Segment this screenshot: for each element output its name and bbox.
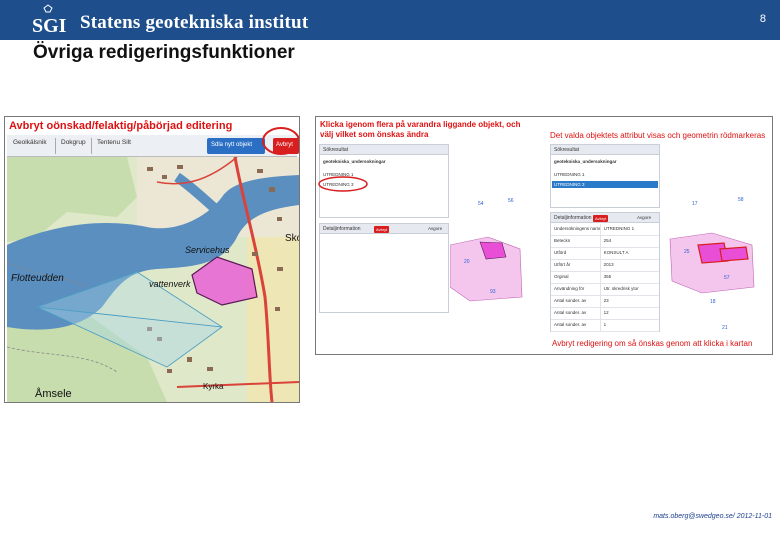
panel-b-header: Sökresultat	[551, 145, 659, 155]
right-screenshot: Klicka igenom flera på varandra liggande…	[315, 116, 773, 355]
left-caption: Avbryt oönskad/felaktig/påbörjad editeri…	[9, 120, 233, 132]
panel-b-item-1[interactable]: UTREDNING 1	[554, 172, 585, 177]
map-toolbar: Geolkälsnik Dokgrup Tentenu Silt Sdla ny…	[7, 135, 299, 157]
map-b-number-6: 21	[722, 325, 728, 331]
slide-title: Övriga redigeringsfunktioner	[33, 42, 295, 63]
map-b-number-3: 25	[684, 249, 690, 255]
map-a-number-1: 54	[478, 201, 484, 207]
right-caption-left: Klicka igenom flera på varandra liggande…	[320, 120, 521, 139]
attribute-table: Undersökningens namn UTREDNING 1 Beteckn 2…	[551, 224, 659, 332]
right-caption-bottom: Avbryt redigering om så önskas genom att…	[552, 339, 753, 348]
slide-number: 8	[759, 13, 766, 25]
attribute-row: Beteckn 254	[551, 236, 659, 248]
attribute-row: Utförd KONSULT A	[551, 248, 659, 260]
map-label-vattenverk: vattenverk	[149, 279, 191, 289]
left-map[interactable]: Flotteudden Servicehus vattenverk Sko Åm…	[7, 157, 299, 402]
toolbar-item-2[interactable]: Dokgrup	[61, 139, 86, 146]
map-b-number-4: 57	[724, 275, 730, 281]
panel-b-detail-extra[interactable]: Avgore	[637, 215, 651, 220]
footer-contact: mats.oberg@swedgeo.se/ 2012-11-01	[653, 513, 772, 520]
map-b-number-5: 18	[710, 299, 716, 305]
organization-name: Statens geotekniska institut	[80, 12, 309, 33]
cancel-highlight-circle	[262, 127, 299, 155]
attribute-row: Antal sonder. av 1	[551, 320, 659, 332]
attribute-row: Antal sonder. av 23	[551, 296, 659, 308]
map-b[interactable]: 17 58 25 57 18 21	[662, 147, 770, 333]
map-a[interactable]: 54 56 20 93	[450, 147, 548, 313]
panel-a-header: Sökresultat	[320, 145, 448, 155]
panel-a-cancel-badge[interactable]: Avbryt	[374, 226, 390, 233]
logo-abbreviation: SGI	[32, 15, 67, 37]
map-a-number-2: 56	[508, 198, 514, 204]
attribute-row: Antal sonder. av 12	[551, 308, 659, 320]
toolbar-item-3[interactable]: Tentenu Silt	[97, 139, 131, 146]
map-label-flotteudden: Flotteudden	[11, 273, 64, 284]
map-b-number-2: 58	[738, 197, 744, 203]
item-highlight-circle	[318, 176, 368, 192]
panel-a-detail-extra[interactable]: Avgore	[428, 226, 442, 231]
sgi-logo-icon: SGI	[30, 4, 70, 37]
panel-a-layer-row[interactable]: geotekniska_undersokningar	[323, 159, 386, 164]
detail-panel-a: Detaljinformation Avbryt Avgore	[319, 223, 449, 313]
map-label-amsele: Åmsele	[35, 387, 72, 400]
attribute-row: Användning för Utr. skredrisk ytor	[551, 284, 659, 296]
panel-b-item-2-selected[interactable]: UTREDNING 3	[552, 181, 658, 188]
map-a-number-4: 93	[490, 289, 496, 295]
right-caption-right: Det valda objektets attribut visas och g…	[550, 131, 766, 140]
panel-b-layer-row[interactable]: geotekniska_undersokningar	[554, 159, 617, 164]
toolbar-item-1[interactable]: Geolkälsnik	[13, 139, 47, 146]
attribute-row: Utfört år 2013	[551, 260, 659, 272]
map-a-number-3: 20	[464, 259, 470, 265]
new-object-button[interactable]: Sdla nytt objekt	[207, 138, 265, 154]
map-label-servicehus: Servicehus	[185, 245, 230, 255]
map-b-number-1: 17	[692, 201, 698, 207]
header-bar: SGI Statens geotekniska institut 8	[0, 0, 780, 40]
map-label-kyrka: Kyrka	[203, 382, 224, 391]
attribute-row: Orginal 355	[551, 272, 659, 284]
panel-b-cancel-badge[interactable]: Avbryt	[593, 215, 609, 222]
attribute-row: Undersökningens namn UTREDNING 1	[551, 224, 659, 236]
search-results-panel-b: Sökresultat geotekniska_undersokningar U…	[550, 144, 660, 208]
left-screenshot: Avbryt oönskad/felaktig/påbörjad editeri…	[4, 116, 300, 403]
detail-panel-b: Detaljinformation Avbryt Avgore Undersök…	[550, 212, 660, 332]
map-label-sko: Sko	[285, 233, 299, 244]
